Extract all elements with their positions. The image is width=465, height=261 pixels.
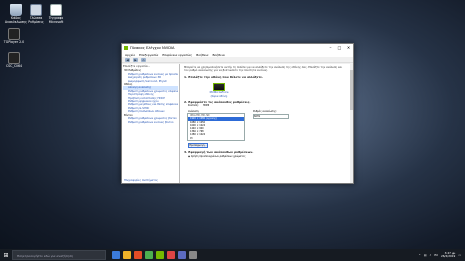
toolbar: ◀ ▶ ⌂ [122, 57, 353, 63]
task-header: Επιλέξτε εργασία... [123, 64, 151, 68]
tree-item[interactable]: Ρύθμιση ρυθμίσεων χρώματος βίντεο [123, 117, 178, 120]
refresh-rate-select[interactable]: 60Hz [253, 114, 289, 120]
close-button[interactable]: ✕ [344, 44, 353, 52]
taskbar-app-icon[interactable] [189, 251, 197, 259]
start-button[interactable]: ⊞ [0, 249, 12, 261]
step-3-heading: 3. Εφαρμογή των ακόλουθων ρυθμίσεων. [184, 149, 254, 154]
task-tree: Επιλέξτε εργασία... 3D Ρυθμίσεις Ρύθμιση … [122, 64, 180, 183]
resolution-row: Ανάλυση: Ultra HD, HD, SD 1920 × 1080 (εγ… [184, 110, 348, 141]
gpu-sub: (Κύρια οθόνη) [210, 94, 228, 98]
computer-icon [30, 4, 42, 16]
desktop-icon-terminal[interactable]: CSC_Cli64 [0, 52, 28, 69]
forward-icon[interactable]: ▶ [133, 57, 138, 62]
connector-label: Σύνδεση: [188, 104, 199, 108]
document-icon [50, 4, 62, 16]
window-title: Πίνακας Ελέγχου NVIDIA [130, 46, 175, 50]
connector-value: HDMI [202, 104, 210, 108]
home-icon[interactable]: ⌂ [141, 57, 146, 62]
taskbar-app-icon[interactable] [123, 251, 131, 259]
taskbar-app-icon[interactable] [178, 251, 186, 259]
refresh-column: Ρυθμός ανανέωσης: 60Hz [253, 110, 289, 141]
notification-icon[interactable]: ▭ [458, 253, 461, 257]
network-icon[interactable]: ▤ [424, 253, 427, 257]
menu-file[interactable]: Αρχείο [125, 53, 135, 57]
language-indicator[interactable]: ΕΛ [434, 253, 438, 257]
menu-help[interactable]: Βοήθεια [212, 53, 224, 57]
taskbar-app-icon[interactable] [145, 251, 153, 259]
taskbar-app-icon[interactable] [167, 251, 175, 259]
page-description: Μπορείτε να χρησιμοποιήσετε αυτήν τη σελ… [184, 66, 343, 73]
radio-icon[interactable]: ◉ [188, 155, 190, 158]
clock-date: 26/4/2019 [441, 254, 456, 258]
system-info-link[interactable]: Πληροφορίες συστήματος [124, 179, 158, 182]
taskbar-app-icon[interactable] [134, 251, 142, 259]
scrollbar-thumb[interactable] [350, 70, 353, 110]
title-bar[interactable]: Πίνακας Ελέγχου NVIDIA – □ ✕ [122, 44, 353, 52]
menu-edit[interactable]: Επεξεργασία [139, 53, 158, 57]
menu-desktop[interactable]: Επιφάνεια εργασίας [162, 53, 192, 57]
system-tray: ⌃ ▤ ♪ ΕΛ 3:47 μμ 26/4/2019 ▭ [419, 249, 461, 261]
terminal-icon [8, 52, 20, 64]
tree-list: 3D Ρυθμίσεις Ρύθμιση ρυθμίσεων εικόνας με… [123, 69, 178, 124]
window-body: Επιλέξτε εργασία... 3D Ρυθμίσεις Ρύθμιση … [122, 64, 353, 183]
resolution-list[interactable]: Ultra HD, HD, SD 1920 × 1080 (εγγενής) 168… [187, 113, 245, 141]
resolution-column: Ανάλυση: Ultra HD, HD, SD 1920 × 1080 (εγ… [184, 110, 245, 141]
taskbar: ⊞ Πληκτρολογήστε εδώ για αναζήτηση ⌃ ▤ ♪… [0, 249, 465, 261]
gpu-display-icon [213, 83, 225, 92]
clock[interactable]: 3:47 μμ 26/4/2019 [441, 251, 456, 259]
display-selector[interactable]: NVIDIA GeForce (Κύρια οθόνη) [204, 83, 234, 98]
taskbar-search-box[interactable]: Πληκτρολογήστε εδώ για αναζήτηση [12, 250, 106, 260]
desktop-icon-document[interactable]: Έγγραφο Microsoft [42, 4, 70, 24]
back-icon[interactable]: ◀ [125, 57, 130, 62]
chevron-up-icon[interactable]: ⌃ [419, 253, 421, 257]
default-color-label: Χρήση προεπιλεγμένων ρυθμίσεων χρώματος [190, 155, 246, 159]
maximize-button[interactable]: □ [335, 44, 344, 52]
nvidia-control-panel-window: Πίνακας Ελέγχου NVIDIA – □ ✕ Αρχείο Επεξ… [121, 43, 354, 184]
taskbar-app-icon[interactable] [112, 251, 120, 259]
connector-row: Σύνδεση: HDMI [188, 104, 348, 107]
app-icon [8, 28, 20, 40]
customize-button[interactable]: Προσαρμογή... [188, 142, 208, 148]
taskbar-app-icon[interactable] [156, 251, 164, 259]
volume-icon[interactable]: ♪ [430, 253, 432, 257]
content-scrollbar[interactable] [350, 64, 353, 183]
step-1-heading: 1. Επιλέξτε την οθόνη που θέλετε να αλλά… [184, 74, 264, 79]
resolution-group: PC [190, 136, 193, 140]
tree-item[interactable]: Ρύθμιση ρυθμίσεων εικόνας βίντεο [123, 121, 178, 124]
refresh-rate-value: 60Hz [254, 115, 261, 119]
taskbar-apps [112, 251, 197, 259]
nvidia-logo-icon [124, 46, 128, 50]
menu-3d[interactable]: Βοήθεια [196, 53, 208, 57]
recycle-bin-icon [10, 4, 22, 16]
default-color-checkbox-row[interactable]: ◉ Χρήση προεπιλεγμένων ρυθμίσεων χρώματο… [188, 155, 348, 158]
minimize-button[interactable]: – [326, 44, 335, 52]
refresh-label: Ρυθμός ανανέωσης: [253, 109, 277, 113]
desktop-icon-app[interactable]: TGPlayer 2.0 [0, 28, 28, 45]
main-content: Μπορείτε να χρησιμοποιήσετε αυτήν τη σελ… [180, 64, 353, 183]
